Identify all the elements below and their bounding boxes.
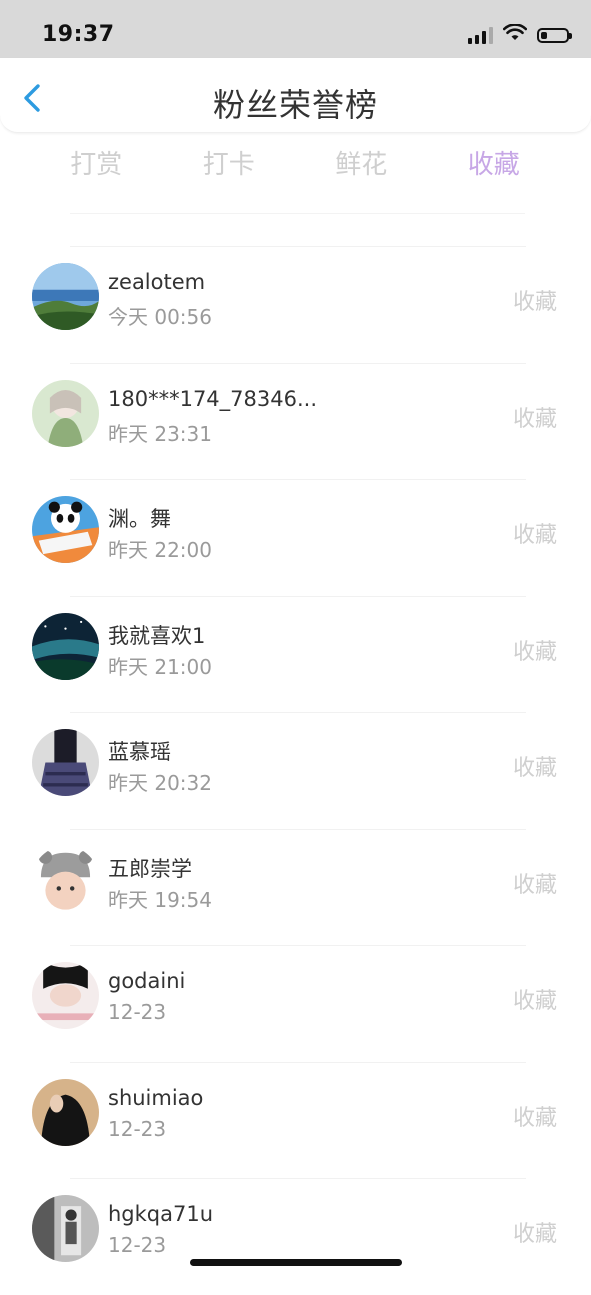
fan-time: 昨天 20:32	[108, 771, 212, 795]
avatar[interactable]	[32, 729, 99, 796]
fan-time: 12-23	[108, 1233, 167, 1257]
tab-checkin[interactable]: 打卡	[163, 140, 296, 200]
action-label: 收藏	[512, 872, 557, 898]
list-item[interactable]: 五郎崇学 昨天 19:54 收藏	[0, 828, 591, 946]
tab-flowers[interactable]: 鲜花	[295, 140, 428, 200]
avatar[interactable]	[32, 1078, 99, 1146]
fan-name: zealotem	[108, 270, 206, 294]
tab-bar: 打赏 打卡 鲜花 收藏	[30, 140, 560, 200]
divider	[70, 213, 525, 214]
list-item[interactable]: 渊。舞 昨天 22:00 收藏	[0, 479, 591, 596]
home-indicator[interactable]	[190, 1259, 402, 1266]
action-label: 收藏	[512, 639, 557, 665]
avatar[interactable]	[32, 962, 99, 1029]
nav-bar: 粉丝荣誉榜	[0, 58, 591, 133]
page-title: 粉丝荣誉榜	[212, 86, 378, 124]
signal-icon	[468, 26, 493, 44]
action-label: 收藏	[512, 290, 557, 315]
fan-list: zealotem 今天 00:56 收藏 180***174_78346... …	[0, 246, 591, 1295]
fan-time: 今天 00:56	[108, 305, 212, 329]
action-label: 收藏	[512, 1222, 557, 1247]
list-item[interactable]: 我就喜欢1 昨天 21:00 收藏	[0, 595, 591, 713]
fan-name: 渊。舞	[108, 507, 171, 531]
action-label: 收藏	[512, 523, 557, 548]
fan-time: 12-23	[108, 1116, 167, 1141]
list-item[interactable]: 180***174_78346... 昨天 23:31 收藏	[0, 362, 591, 480]
action-label: 收藏	[512, 1105, 557, 1131]
avatar[interactable]	[32, 263, 99, 330]
avatar[interactable]	[32, 1195, 99, 1262]
status-icons	[468, 23, 572, 46]
status-time: 19:37	[42, 22, 115, 47]
fan-time: 昨天 19:54	[108, 887, 212, 912]
avatar[interactable]	[32, 845, 99, 913]
wifi-icon	[502, 23, 528, 46]
battery-icon	[537, 27, 572, 43]
fan-name: 180***174_78346...	[108, 386, 317, 411]
fan-name: 蓝慕瑶	[108, 740, 171, 764]
fan-name: 五郎崇学	[108, 856, 192, 881]
fan-name: godaini	[108, 969, 186, 993]
fan-time: 昨天 21:00	[108, 654, 212, 679]
list-item[interactable]: zealotem 今天 00:56 收藏	[0, 246, 591, 363]
avatar[interactable]	[32, 496, 99, 563]
avatar[interactable]	[32, 612, 99, 680]
status-bar: 19:37	[0, 0, 591, 60]
tab-favorites[interactable]: 收藏	[428, 140, 561, 200]
list-item[interactable]: shuimiao 12-23 收藏	[0, 1061, 591, 1179]
avatar[interactable]	[32, 379, 99, 447]
action-label: 收藏	[512, 406, 557, 432]
tab-reward[interactable]: 打赏	[30, 140, 163, 200]
action-label: 收藏	[512, 989, 557, 1014]
fan-time: 12-23	[108, 1000, 167, 1024]
list-item[interactable]: 蓝慕瑶 昨天 20:32 收藏	[0, 712, 591, 829]
action-label: 收藏	[512, 756, 557, 781]
fan-name: hgkqa71u	[108, 1202, 214, 1226]
fan-name: shuimiao	[108, 1085, 204, 1110]
fan-name: 我就喜欢1	[108, 623, 206, 648]
fan-time: 昨天 22:00	[108, 538, 212, 562]
list-item[interactable]: godaini 12-23 收藏	[0, 945, 591, 1062]
fan-time: 昨天 23:31	[108, 421, 212, 446]
list-item[interactable]: hgkqa71u 12-23 收藏	[0, 1178, 591, 1295]
